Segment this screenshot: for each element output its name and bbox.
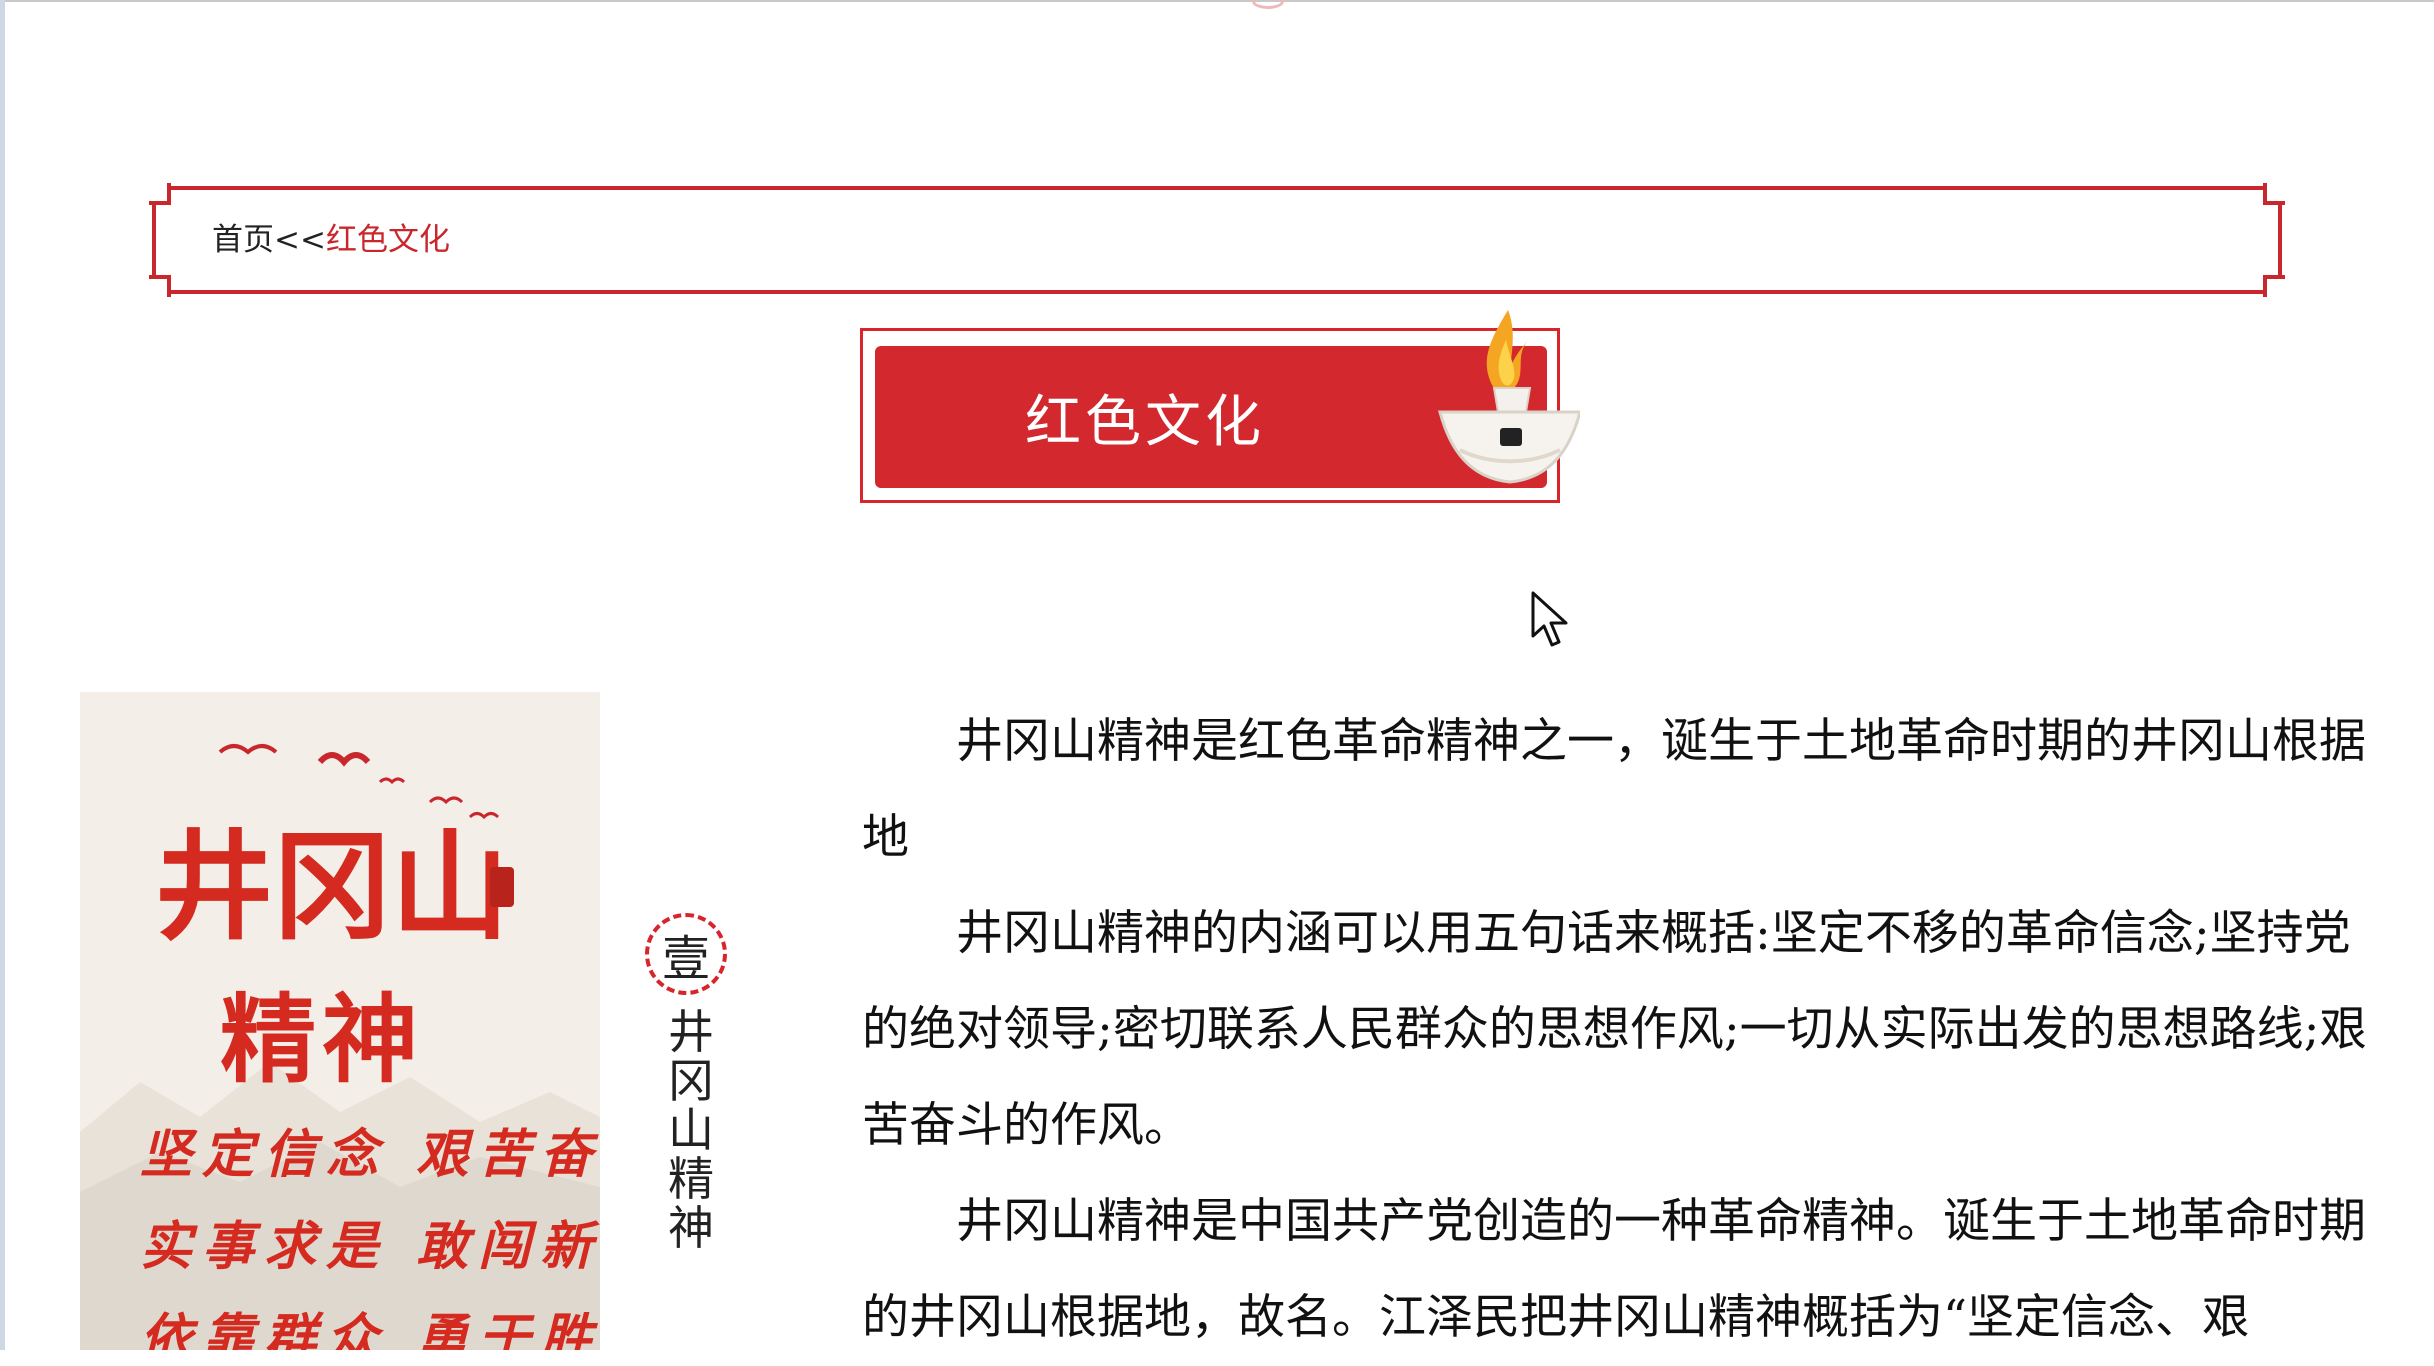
frame-corner — [149, 183, 171, 205]
frame-corner — [149, 275, 171, 297]
mouse-cursor-icon — [1531, 591, 1568, 647]
caption-number-badge: 壹 — [645, 913, 727, 995]
article-paragraph: 井冈山精神是中国共产党创造的一种革命精神。诞生于土地革命时期的井冈山根据地，故名… — [862, 1194, 2366, 1345]
torch-lamp-icon — [1438, 310, 1580, 484]
breadcrumb-current-link[interactable]: 红色文化 — [326, 222, 450, 258]
poster-slogan-2: 实事求是 敢闯新路 — [140, 1216, 600, 1277]
poster-title-line1: 井冈山 — [155, 817, 510, 956]
poster-title-line2: 精神 — [220, 983, 424, 1096]
jinggangshan-poster-image: 井冈山 精神 坚定信念 艰苦奋斗 实事求是 敢闯新路 依靠群众 勇于胜利 — [80, 692, 600, 1350]
poster-seal-icon — [490, 867, 514, 907]
article-paragraph: 井冈山精神的内涵可以用五句话来概括:坚定不移的革命信念;坚持党的绝对领导;密切联… — [862, 906, 2367, 1153]
caption-vertical-title: 井冈山精神 — [668, 1005, 714, 1255]
breadcrumb-trail: 首页<<红色文化 — [212, 220, 450, 260]
breadcrumb-separator: << — [274, 222, 326, 258]
article-paragraph: 井冈山精神是红色革命精神之一，诞生于土地革命时期的井冈山根据地 — [862, 714, 2366, 865]
frame-corner — [2263, 275, 2285, 297]
poster-slogan-1: 坚定信念 艰苦奋斗 — [140, 1124, 600, 1185]
top-divider — [5, 0, 2434, 2]
section-title: 红色文化 — [1025, 389, 1265, 455]
window-left-edge — [0, 0, 5, 1350]
breadcrumb: 首页<<红色文化 — [149, 183, 2285, 297]
poster-slogan-3: 依靠群众 勇于胜利 — [140, 1308, 600, 1350]
frame-corner — [2263, 183, 2285, 205]
top-ornament — [1252, 0, 1284, 9]
article-body: 井冈山精神是红色革命精神之一，诞生于土地革命时期的井冈山根据地 井冈山精神的内涵… — [862, 694, 2382, 1366]
breadcrumb-home-link[interactable]: 首页 — [212, 222, 274, 258]
